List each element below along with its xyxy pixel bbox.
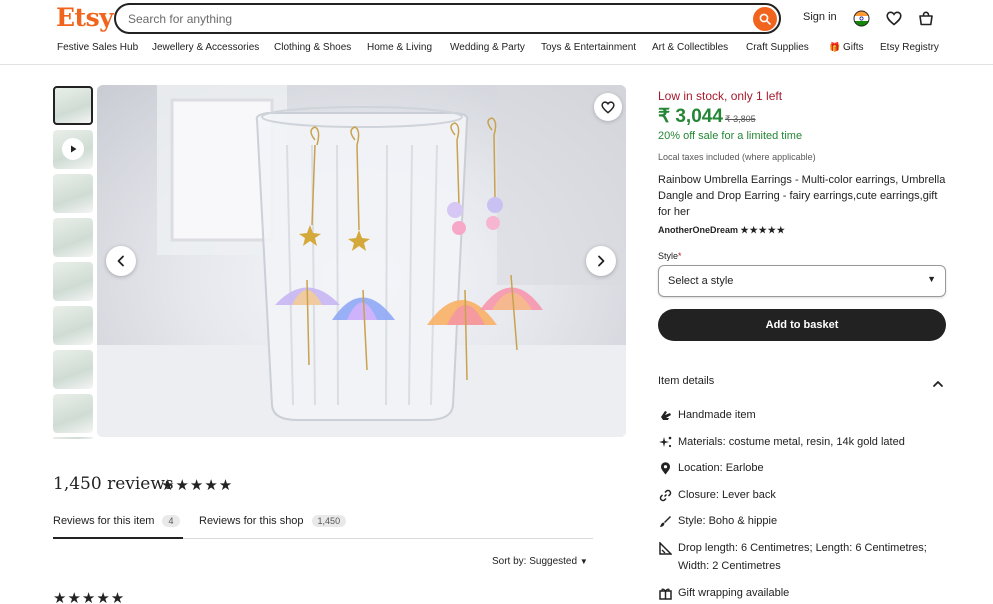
- gift-icon: 🎁: [829, 42, 841, 52]
- header-divider: [0, 64, 993, 65]
- india-flag-icon[interactable]: [852, 9, 870, 27]
- detail-handmade: Handmade item: [658, 408, 756, 424]
- nav-jewellery-accessories[interactable]: Jewellery & Accessories: [152, 42, 259, 53]
- style-select-value: Select a style: [668, 275, 734, 287]
- detail-materials: Materials: costume metal, resin, 14k gol…: [658, 435, 905, 451]
- caret-down-icon: ▼: [579, 557, 588, 566]
- sort-label: Sort by: Suggested: [492, 556, 578, 567]
- nav-gifts[interactable]: 🎁 Gifts: [829, 42, 864, 53]
- shop-stars: ★★★★★: [740, 225, 786, 235]
- favourite-button[interactable]: [594, 93, 622, 121]
- tab-reviews-shop-count: 1,450: [311, 515, 347, 527]
- item-details-toggle[interactable]: Item details: [658, 375, 714, 387]
- detail-dimensions: Drop length: 6 Centimetres; Length: 6 Ce…: [658, 541, 958, 575]
- product-image[interactable]: [97, 85, 626, 437]
- review-stars: ★★★★★: [53, 590, 126, 604]
- detail-text: Location: Earlobe: [678, 462, 764, 474]
- nav-art-collectibles[interactable]: Art & Collectibles: [652, 42, 728, 53]
- basket-icon[interactable]: [917, 9, 935, 27]
- nav-clothing-shoes[interactable]: Clothing & Shoes: [274, 42, 351, 53]
- add-to-basket-button[interactable]: Add to basket: [658, 309, 946, 341]
- search-input[interactable]: Search for anything: [114, 3, 781, 34]
- style-label-text: Style: [658, 251, 679, 261]
- shop-link[interactable]: AnotherOneDream ★★★★★: [658, 225, 786, 236]
- next-image-button[interactable]: [586, 246, 616, 276]
- detail-text: Style: Boho & hippie: [678, 515, 778, 527]
- nav-wedding-party[interactable]: Wedding & Party: [450, 42, 525, 53]
- brush-icon: [658, 514, 672, 528]
- ruler-icon: [658, 541, 672, 555]
- caret-down-icon: ▼: [927, 274, 936, 284]
- sort-dropdown[interactable]: Sort by: Suggested ▼: [492, 556, 588, 567]
- earrings-photo: [97, 85, 626, 437]
- price: ₹ 3,044 ₹ 3,805: [658, 105, 756, 128]
- active-tab-indicator: [53, 537, 183, 539]
- favourites-icon[interactable]: [885, 9, 903, 27]
- thumbnail-5[interactable]: [53, 262, 93, 301]
- play-icon: [62, 138, 84, 160]
- sale-notice: 20% off sale for a limited time: [658, 130, 803, 142]
- current-price: ₹ 3,044: [658, 106, 723, 127]
- tab-reviews-shop[interactable]: Reviews for this shop 1,450: [199, 515, 347, 527]
- nav-festive-sales-hub[interactable]: Festive Sales Hub: [57, 42, 138, 53]
- link-icon: [658, 488, 672, 502]
- stock-notice: Low in stock, only 1 left: [658, 89, 783, 103]
- thumbnail-1[interactable]: [53, 86, 93, 125]
- thumbnail-6[interactable]: [53, 306, 93, 345]
- detail-text: Drop length: 6 Centimetres; Length: 6 Ce…: [678, 542, 927, 572]
- reviews-stars: ★★★★★: [161, 477, 234, 494]
- nav-etsy-registry[interactable]: Etsy Registry: [880, 42, 939, 53]
- tab-reviews-item[interactable]: Reviews for this item 4: [53, 515, 180, 527]
- chevron-left-icon: [117, 255, 124, 267]
- shop-name: AnotherOneDream: [658, 225, 739, 235]
- detail-text: Closure: Lever back: [678, 489, 776, 501]
- thumbnail-7[interactable]: [53, 350, 93, 389]
- nav-toys-entertainment[interactable]: Toys & Entertainment: [541, 42, 636, 53]
- thumbnail-4[interactable]: [53, 218, 93, 257]
- product-title: Rainbow Umbrella Earrings - Multi-color …: [658, 174, 946, 218]
- chevron-up-icon[interactable]: [932, 376, 944, 394]
- chevron-right-icon: [598, 255, 605, 267]
- detail-text: Materials: costume metal, resin, 14k gol…: [678, 436, 905, 448]
- hand-icon: [658, 408, 672, 422]
- thumbnail-8[interactable]: [53, 394, 93, 433]
- category-nav: Festive Sales Hub Jewellery & Accessorie…: [0, 42, 993, 62]
- style-label: Style*: [658, 251, 682, 261]
- detail-location: Location: Earlobe: [658, 461, 764, 477]
- required-marker: *: [678, 251, 682, 261]
- tab-reviews-shop-label: Reviews for this shop: [199, 515, 304, 527]
- location-pin-icon: [658, 461, 672, 475]
- detail-style: Style: Boho & hippie: [658, 514, 777, 530]
- nav-gifts-label: Gifts: [843, 42, 864, 53]
- previous-image-button[interactable]: [106, 246, 136, 276]
- original-price: ₹ 3,805: [724, 114, 756, 124]
- detail-text: Handmade item: [678, 409, 756, 421]
- style-select[interactable]: Select a style ▼: [658, 265, 946, 297]
- thumbnail-video[interactable]: [53, 130, 93, 169]
- thumbnail-9[interactable]: [53, 437, 93, 439]
- search-icon: [759, 13, 771, 25]
- tab-reviews-item-count: 4: [162, 515, 180, 527]
- search-button[interactable]: [753, 7, 777, 31]
- nav-craft-supplies[interactable]: Craft Supplies: [746, 42, 809, 53]
- gift-box-icon: [658, 586, 672, 600]
- nav-home-living[interactable]: Home & Living: [367, 42, 432, 53]
- etsy-logo[interactable]: Etsy: [56, 3, 114, 32]
- sparkle-icon: [658, 435, 672, 449]
- signin-link[interactable]: Sign in: [803, 11, 837, 23]
- heart-icon: [601, 100, 615, 114]
- reviews-title: 1,450 reviews: [53, 474, 174, 494]
- tab-reviews-item-label: Reviews for this item: [53, 515, 155, 527]
- search-placeholder: Search for anything: [128, 12, 233, 26]
- detail-gift-wrap: Gift wrapping available: [658, 586, 789, 602]
- detail-text: Gift wrapping available: [678, 587, 790, 599]
- detail-closure: Closure: Lever back: [658, 488, 776, 504]
- thumbnail-3[interactable]: [53, 174, 93, 213]
- taxes-note: Local taxes included (where applicable): [658, 152, 816, 162]
